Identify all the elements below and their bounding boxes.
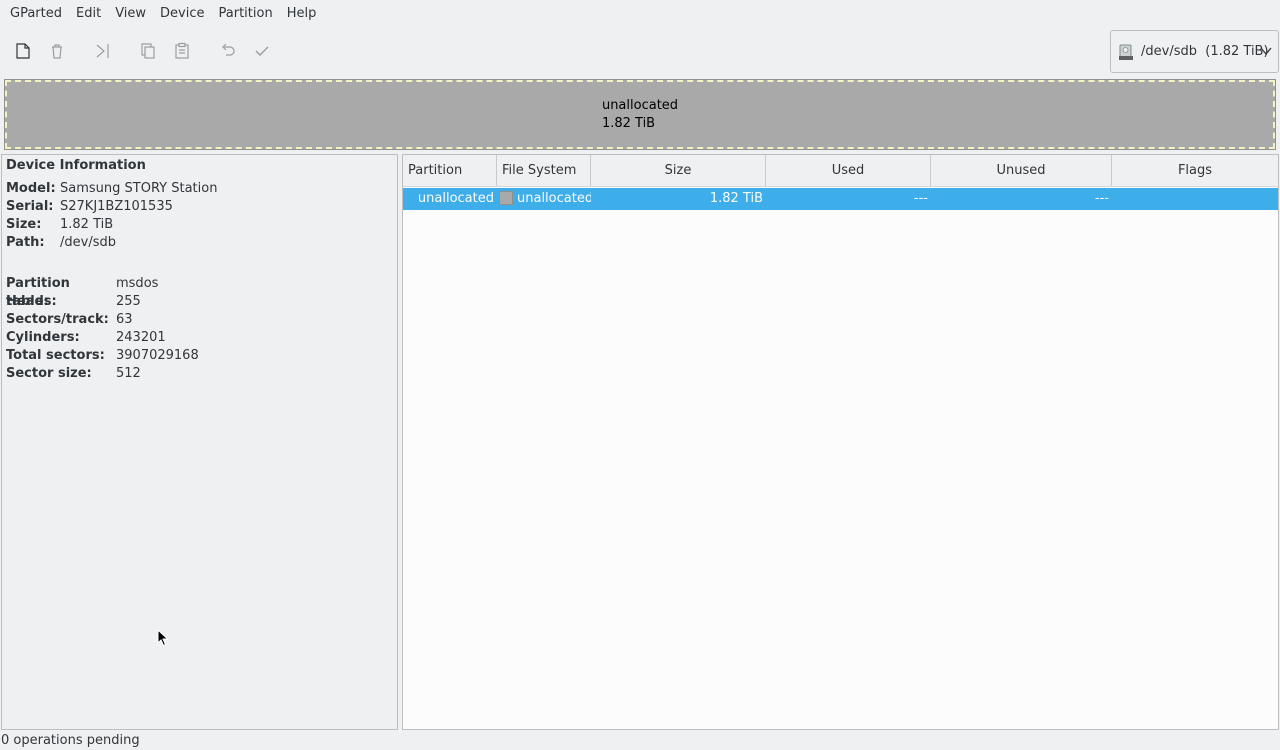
resize-move-button[interactable] (90, 38, 116, 64)
column-file-system[interactable]: File System (497, 155, 591, 186)
device-selector-label: /dev/sdb (1.82 TiB) (1141, 44, 1269, 59)
info-row-sector-size: Sector size: 512 (6, 365, 393, 383)
disk-graphic-unallocated[interactable]: unallocated 1.82 TiB (4, 79, 1276, 150)
cylinders-value: 243201 (116, 330, 166, 345)
cell-file-system-text: unallocated (517, 191, 591, 206)
cell-size: 1.82 TiB (709, 191, 763, 206)
cell-flags (1112, 188, 1278, 210)
info-row-size: Size: 1.82 TiB (6, 216, 393, 234)
new-partition-button[interactable] (10, 38, 36, 64)
menu-partition[interactable]: Partition (212, 0, 280, 28)
delete-icon (52, 44, 62, 59)
partition-table-value: msdos (116, 276, 159, 291)
toolbar (0, 30, 1280, 74)
sector-size-label: Sector size: (6, 366, 92, 381)
menu-view[interactable]: View (108, 0, 153, 28)
menu-bar: GParted Edit View Device Partition Help (0, 0, 1280, 28)
copy-button[interactable] (135, 38, 161, 64)
paste-button[interactable] (169, 38, 195, 64)
apply-button[interactable] (249, 38, 275, 64)
path-label: Path: (6, 235, 45, 250)
total-sectors-value: 3907029168 (116, 348, 199, 363)
column-unused[interactable]: Unused (931, 155, 1112, 186)
column-size[interactable]: Size (591, 155, 766, 186)
disk-graphic-label: unallocated (601, 97, 679, 113)
info-row-path: Path: /dev/sdb (6, 234, 393, 252)
model-value: Samsung STORY Station (60, 181, 218, 196)
heads-value: 255 (116, 294, 141, 309)
mouse-cursor-icon (157, 629, 169, 647)
filesystem-color-swatch (499, 191, 513, 205)
info-row-serial: Serial: S27KJ1BZ101535 (6, 198, 393, 216)
info-row-heads: Heads: 255 (6, 293, 393, 311)
cell-unused: --- (1094, 191, 1109, 206)
undo-icon (222, 43, 235, 56)
info-row-model: Model: Samsung STORY Station (6, 180, 393, 198)
column-flags[interactable]: Flags (1112, 155, 1278, 186)
heads-label: Heads: (6, 294, 57, 309)
chevron-down-icon (1260, 47, 1272, 56)
menu-device[interactable]: Device (153, 0, 211, 28)
new-icon (16, 43, 30, 59)
cell-file-system: unallocated (497, 188, 591, 210)
resize-move-icon (96, 44, 109, 58)
info-row-total-sectors: Total sectors: 3907029168 (6, 347, 393, 365)
sectors-track-value: 63 (116, 312, 133, 327)
device-selector[interactable]: /dev/sdb (1.82 TiB) (1110, 30, 1279, 73)
serial-value: S27KJ1BZ101535 (60, 199, 173, 214)
menu-gparted[interactable]: GParted (3, 0, 69, 28)
cell-partition: unallocated (417, 191, 494, 206)
table-row[interactable]: unallocated unallocated 1.82 TiB --- --- (403, 188, 1278, 210)
menu-edit[interactable]: Edit (69, 0, 108, 28)
disk-drive-icon (1119, 44, 1133, 60)
info-row-partition-table: Partition table: msdos (6, 275, 393, 309)
device-information-title: Device Information (6, 158, 146, 173)
total-sectors-label: Total sectors: (6, 348, 105, 363)
device-path: /dev/sdb (1141, 44, 1197, 59)
column-partition[interactable]: Partition (403, 155, 497, 186)
model-label: Model: (6, 181, 56, 196)
info-row-cylinders: Cylinders: 243201 (6, 329, 393, 347)
cell-used: --- (913, 191, 928, 206)
serial-label: Serial: (6, 199, 54, 214)
undo-button[interactable] (215, 38, 241, 64)
paste-icon (175, 42, 189, 59)
menu-help[interactable]: Help (280, 0, 324, 28)
size-value: 1.82 TiB (60, 217, 114, 232)
apply-icon (255, 46, 269, 56)
sector-size-value: 512 (116, 366, 141, 381)
column-used[interactable]: Used (766, 155, 931, 186)
info-row-sectors-track: Sectors/track: 63 (6, 311, 393, 329)
status-bar: 0 operations pending (1, 733, 140, 748)
device-information-panel: Device Information Model: Samsung STORY … (1, 154, 398, 730)
delete-partition-button[interactable] (44, 38, 70, 64)
partition-table-label: Partition table: (6, 276, 70, 309)
size-label: Size: (6, 217, 42, 232)
copy-icon (141, 43, 155, 59)
partition-list-header: Partition File System Size Used Unused F… (403, 155, 1278, 187)
cylinders-label: Cylinders: (6, 330, 80, 345)
sectors-track-label: Sectors/track: (6, 312, 109, 327)
path-value: /dev/sdb (60, 235, 116, 250)
partition-list: Partition File System Size Used Unused F… (402, 154, 1279, 730)
disk-graphic-size: 1.82 TiB (601, 115, 656, 131)
